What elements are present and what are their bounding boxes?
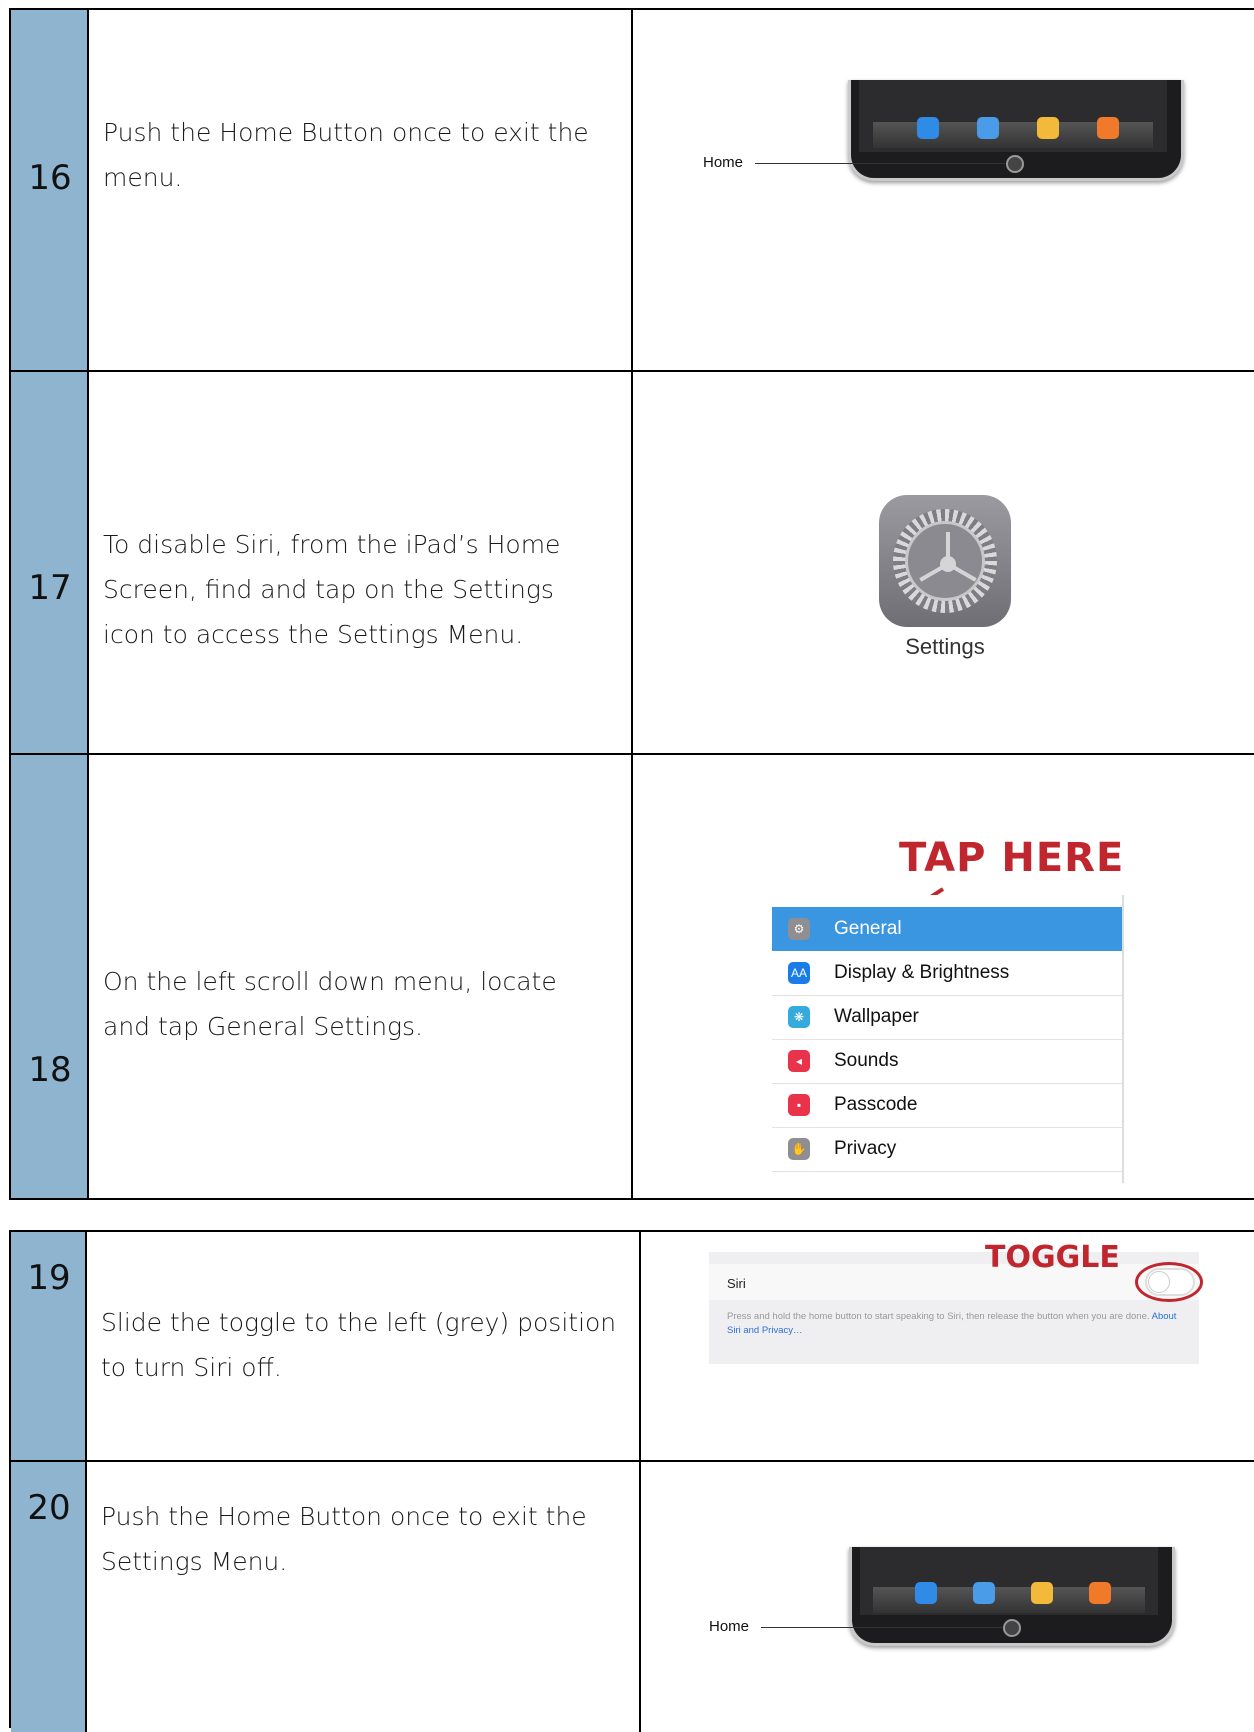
- ipad-home-button-illustration: Home: [633, 10, 1254, 210]
- gear-icon: ⚙: [788, 918, 810, 940]
- menu-item-display-brightness[interactable]: AA Display & Brightness: [772, 951, 1122, 996]
- step-row-16: 16 Push the Home Button once to exit the…: [11, 10, 1254, 372]
- step-number: 20: [27, 1488, 71, 1528]
- callout-circle: [1135, 1262, 1203, 1302]
- step-image-cell: TAP HERE ⚙ General AA Display & Brightne…: [633, 755, 1254, 1198]
- step-number-cell: 20: [11, 1462, 87, 1732]
- menu-item-label: Display & Brightness: [834, 962, 1010, 983]
- hand-icon: ✋: [788, 1138, 810, 1160]
- siri-settings-panel: Siri Press and hold the home button to s…: [709, 1252, 1203, 1364]
- step-text-cell: Slide the toggle to the left (grey) posi…: [87, 1232, 641, 1460]
- menu-item-privacy[interactable]: ✋ Privacy: [772, 1127, 1122, 1172]
- step-number: 17: [28, 568, 72, 608]
- instructions-table-2: 19 Slide the toggle to the left (grey) p…: [9, 1230, 1254, 1732]
- safari-app-icon: [917, 117, 939, 139]
- ipad-home-button-illustration: Home: [641, 1462, 1254, 1662]
- speaker-icon: ◂: [788, 1050, 810, 1072]
- step-text-cell: Push the Home Button once to exit the me…: [89, 10, 633, 370]
- step-text-cell: Push the Home Button once to exit the Se…: [87, 1462, 641, 1732]
- gear-icon: [893, 509, 997, 613]
- toggle-callout: TOGGLE: [985, 1240, 1120, 1275]
- step-text: Push the Home Button once to exit the Se…: [101, 1502, 587, 1576]
- menu-item-sounds[interactable]: ◂ Sounds: [772, 1039, 1122, 1084]
- step-text: To disable Siri, from the iPad’s Home Sc…: [103, 530, 561, 649]
- photos-app-icon: [1037, 117, 1059, 139]
- step-text: Push the Home Button once to exit the me…: [103, 118, 589, 192]
- display-icon: AA: [788, 962, 810, 984]
- step-number-cell: 19: [11, 1232, 87, 1460]
- step-text-cell: To disable Siri, from the iPad’s Home Sc…: [89, 372, 633, 753]
- wallpaper-icon: ❋: [788, 1006, 810, 1028]
- ipod-app-icon: [1097, 117, 1119, 139]
- step-image-cell: Home: [641, 1462, 1254, 1732]
- menu-item-label: Sounds: [834, 1050, 899, 1071]
- step-image-cell: Siri Press and hold the home button to s…: [641, 1232, 1254, 1460]
- menu-item-passcode[interactable]: ▪ Passcode: [772, 1083, 1122, 1128]
- step-text: Slide the toggle to the left (grey) posi…: [101, 1308, 617, 1382]
- step-number: 16: [28, 158, 72, 198]
- ipod-app-icon: [1089, 1582, 1111, 1604]
- step-text-cell: On the left scroll down menu, locate and…: [89, 755, 633, 1198]
- menu-item-label: Wallpaper: [834, 1006, 919, 1027]
- step-row-17: 17 To disable Siri, from the iPad’s Home…: [11, 372, 1254, 755]
- home-button-icon: [1006, 155, 1024, 173]
- callout-line: [755, 163, 1005, 164]
- siri-setting-label: Siri: [727, 1276, 746, 1291]
- settings-app-icon: [879, 495, 1011, 627]
- step-row-19: 19 Slide the toggle to the left (grey) p…: [11, 1232, 1254, 1462]
- callout-line: [761, 1627, 1003, 1628]
- step-number: 18: [28, 1050, 72, 1090]
- mail-app-icon: [973, 1582, 995, 1604]
- step-text: On the left scroll down menu, locate and…: [103, 967, 557, 1041]
- menu-item-general[interactable]: ⚙ General: [772, 907, 1122, 951]
- menu-item-label: General: [834, 918, 902, 939]
- menu-item-label: Passcode: [834, 1094, 918, 1115]
- tap-here-callout: TAP HERE: [899, 835, 1125, 881]
- instructions-table-1: 16 Push the Home Button once to exit the…: [9, 8, 1254, 1200]
- step-image-cell: Home: [633, 10, 1254, 370]
- home-callout-label: Home: [703, 154, 744, 171]
- photos-app-icon: [1031, 1582, 1053, 1604]
- step-number: 19: [27, 1258, 71, 1298]
- step-number-cell: 16: [11, 10, 89, 370]
- menu-item-wallpaper[interactable]: ❋ Wallpaper: [772, 995, 1122, 1040]
- home-callout-label: Home: [709, 1618, 750, 1635]
- lock-icon: ▪: [788, 1094, 810, 1116]
- home-button-icon: [1003, 1619, 1021, 1637]
- step-row-18: 18 On the left scroll down menu, locate …: [11, 755, 1254, 1198]
- step-row-20: 20 Push the Home Button once to exit the…: [11, 1462, 1254, 1732]
- settings-menu-list: ⚙ General AA Display & Brightness ❋ Wall…: [772, 895, 1124, 1183]
- mail-app-icon: [977, 117, 999, 139]
- settings-icon-label: Settings: [905, 634, 985, 659]
- step-number-cell: 18: [11, 755, 89, 1198]
- siri-description: Press and hold the home button to start …: [727, 1311, 1177, 1336]
- safari-app-icon: [915, 1582, 937, 1604]
- menu-item-label: Privacy: [834, 1138, 897, 1159]
- step-number-cell: 17: [11, 372, 89, 753]
- step-image-cell: Settings: [633, 372, 1254, 753]
